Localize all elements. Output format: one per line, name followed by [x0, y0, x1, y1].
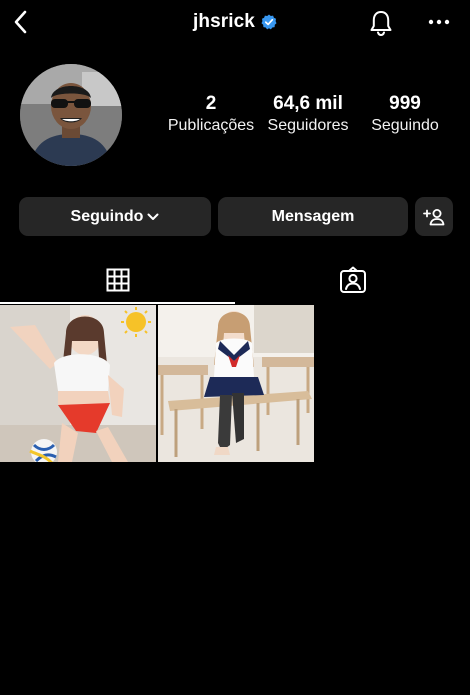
profile-avatar[interactable] — [20, 64, 122, 166]
notifications-button[interactable] — [366, 8, 396, 38]
grid-post[interactable] — [0, 305, 156, 462]
more-options-button[interactable] — [424, 10, 454, 34]
more-dots-icon — [428, 19, 450, 25]
grid-icon — [106, 268, 129, 292]
title-wrap: jhsrick — [0, 11, 470, 33]
stat-posts-label: Publicações — [167, 117, 255, 134]
stat-followers[interactable]: 64,6 mil Seguidores — [262, 93, 354, 137]
tab-posts-grid[interactable] — [0, 256, 235, 304]
stat-posts-value: 2 — [205, 93, 217, 114]
stat-followers-value: 64,6 mil — [273, 93, 343, 114]
bell-icon — [370, 11, 392, 37]
suggest-people-button[interactable] — [415, 197, 453, 236]
message-button-label: Mensagem — [271, 207, 355, 225]
following-button[interactable]: Seguindo — [19, 197, 211, 236]
active-tab-indicator — [0, 302, 235, 304]
message-button[interactable]: Mensagem — [218, 197, 408, 236]
tab-tagged[interactable] — [235, 256, 470, 304]
chevron-down-icon — [147, 213, 159, 220]
profile-tabs — [0, 256, 470, 306]
verified-badge-icon — [261, 14, 277, 30]
stat-following-value: 999 — [389, 93, 421, 114]
tagged-icon — [339, 266, 366, 293]
stat-posts[interactable]: 2 Publicações — [166, 93, 256, 137]
profile-username: jhsrick — [193, 11, 255, 32]
following-button-label: Seguindo — [70, 207, 144, 225]
stat-following-label: Seguindo — [371, 117, 439, 134]
stat-followers-label: Seguidores — [267, 117, 349, 134]
add-person-icon — [423, 208, 445, 225]
stat-following[interactable]: 999 Seguindo — [362, 93, 448, 137]
top-bar: jhsrick — [0, 0, 470, 46]
grid-post[interactable] — [158, 305, 314, 462]
